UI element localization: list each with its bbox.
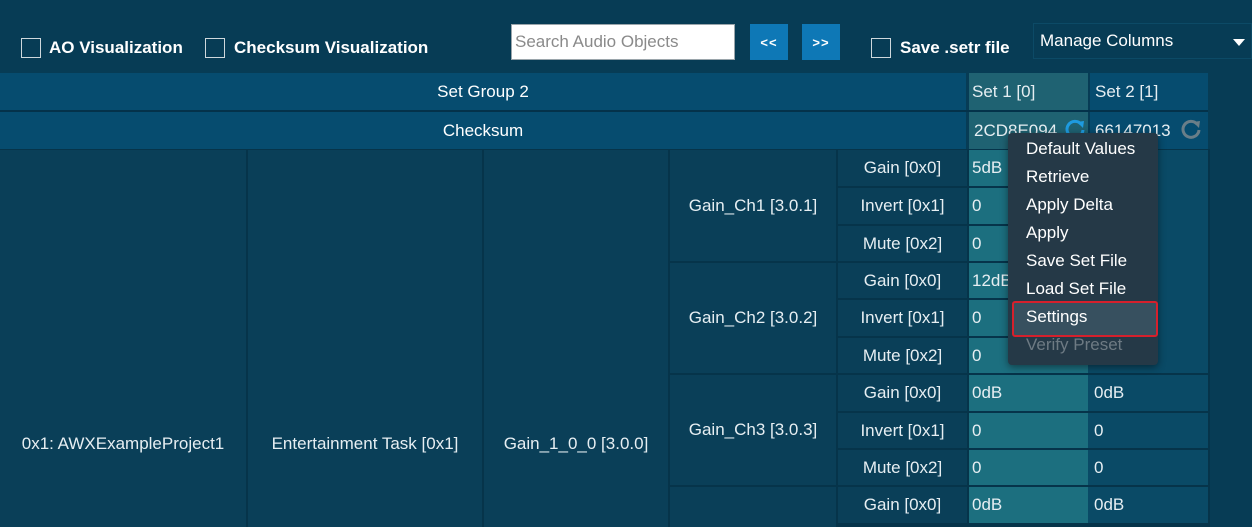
project-label: 0x1: AWXExampleProject1 [21,433,225,453]
channel-label: Gain_Ch2 [3.0.2] [688,308,818,327]
param-value: 0 [1094,420,1104,440]
channel-cell[interactable] [670,487,836,527]
param-value: 12dB [972,270,1012,290]
menu-item-apply-delta[interactable]: Apply Delta [1026,195,1113,215]
param-value: 0 [972,457,982,477]
set-2-value-cell[interactable]: 0dB [1088,487,1208,523]
set-1-column-header[interactable]: Set 1 [0] [969,73,1088,110]
param-label-cell: Mute [0x2] [838,226,967,261]
set-2-value-cell[interactable]: 0 [1088,450,1208,485]
save-setr-checkbox[interactable] [871,38,891,58]
set-2-value-cell[interactable]: 0dB [1088,375,1208,411]
param-label: Mute [0x2] [862,457,943,477]
set-1-value-cell[interactable]: 0dB [969,487,1088,523]
param-value: 0dB [972,383,1003,402]
param-value: 0 [972,196,982,215]
param-label: Gain [0x0] [863,383,942,402]
param-value: 0dB [1094,495,1125,514]
previous-button[interactable]: << [750,24,788,60]
menu-item-default-values[interactable]: Default Values [1026,139,1135,159]
manage-columns-dropdown[interactable]: Manage Columns [1033,23,1252,59]
param-label-cell: Gain [0x0] [838,150,967,186]
menu-item-verify-preset: Verify Preset [1026,335,1123,354]
task-cell[interactable]: Entertainment Task [0x1] [248,150,482,527]
audio-object-cell[interactable]: Gain_1_0_0 [3.0.0] [484,150,668,527]
param-label: Mute [0x2] [862,233,943,253]
menu-item-settings[interactable]: Settings [1026,307,1087,327]
audio-object-label: Gain_1_0_0 [3.0.0] [503,433,649,453]
param-label-cell: Gain [0x0] [838,375,967,411]
menu-item-save-set-file[interactable]: Save Set File [1026,251,1127,271]
param-label: Invert [0x1] [860,420,945,440]
channel-label: Gain_Ch1 [3.0.1] [688,195,818,215]
param-label-cell: Mute [0x2] [838,450,967,485]
checksum-header: Checksum [0,112,966,149]
set-2-column-header[interactable]: Set 2 [1] [1090,73,1208,110]
set-1-value-cell[interactable]: 0 [969,450,1088,485]
set-1-value-cell[interactable]: 0dB [969,375,1088,411]
ao-visualization-label: AO Visualization [49,38,183,57]
param-value: 0 [972,420,982,440]
param-label-cell: Invert [0x1] [838,413,967,448]
next-button[interactable]: >> [802,24,840,60]
param-label: Invert [0x1] [860,308,945,327]
param-value: 0 [972,308,982,327]
param-value: 0 [972,345,982,365]
channel-cell[interactable]: Gain_Ch2 [3.0.2] [670,263,836,373]
param-label-cell: Invert [0x1] [838,188,967,224]
search-input[interactable] [511,24,735,60]
set-2-label: Set 2 [1] [1095,81,1159,101]
param-label-cell: Gain [0x0] [838,487,967,523]
channel-cell[interactable]: Gain_Ch3 [3.0.3] [670,375,836,485]
channel-cell[interactable]: Gain_Ch1 [3.0.1] [670,150,836,261]
set-1-label: Set 1 [0] [972,81,1036,101]
param-value: 0dB [972,495,1003,514]
set-2-value-cell[interactable]: 0 [1088,413,1208,448]
manage-columns-label: Manage Columns [1040,31,1174,50]
task-label: Entertainment Task [0x1] [271,433,459,453]
checksum-visualization-label: Checksum Visualization [234,38,429,57]
param-label: Gain [0x0] [863,158,942,177]
param-label: Gain [0x0] [863,495,942,514]
set-1-value-cell[interactable]: 0 [969,413,1088,448]
checksum-visualization-checkbox[interactable] [205,38,225,58]
param-label-cell: Invert [0x1] [838,300,967,336]
param-value: 0 [972,233,982,253]
channel-label: Gain_Ch3 [3.0.3] [688,420,818,439]
context-menu: Default Values Retrieve Apply Delta Appl… [1008,133,1158,365]
refresh-icon[interactable] [1180,118,1202,140]
param-label: Invert [0x1] [860,196,945,215]
param-label: Mute [0x2] [862,345,943,365]
ao-visualization-checkbox[interactable] [21,38,41,58]
set-group-header: Set Group 2 [0,73,966,110]
param-value: 5dB [972,158,1003,177]
param-label: Gain [0x0] [863,270,942,290]
save-setr-label: Save .setr file [900,38,1010,57]
param-label-cell: Mute [0x2] [838,338,967,373]
project-cell[interactable]: 0x1: AWXExampleProject1 [0,150,246,527]
param-value: 0 [1094,457,1104,477]
param-value: 0dB [1094,383,1125,402]
menu-item-retrieve[interactable]: Retrieve [1026,167,1089,187]
param-label-cell: Gain [0x0] [838,263,967,298]
menu-item-apply[interactable]: Apply [1026,223,1069,243]
chevron-down-icon [1233,39,1245,46]
menu-item-load-set-file[interactable]: Load Set File [1026,279,1126,299]
